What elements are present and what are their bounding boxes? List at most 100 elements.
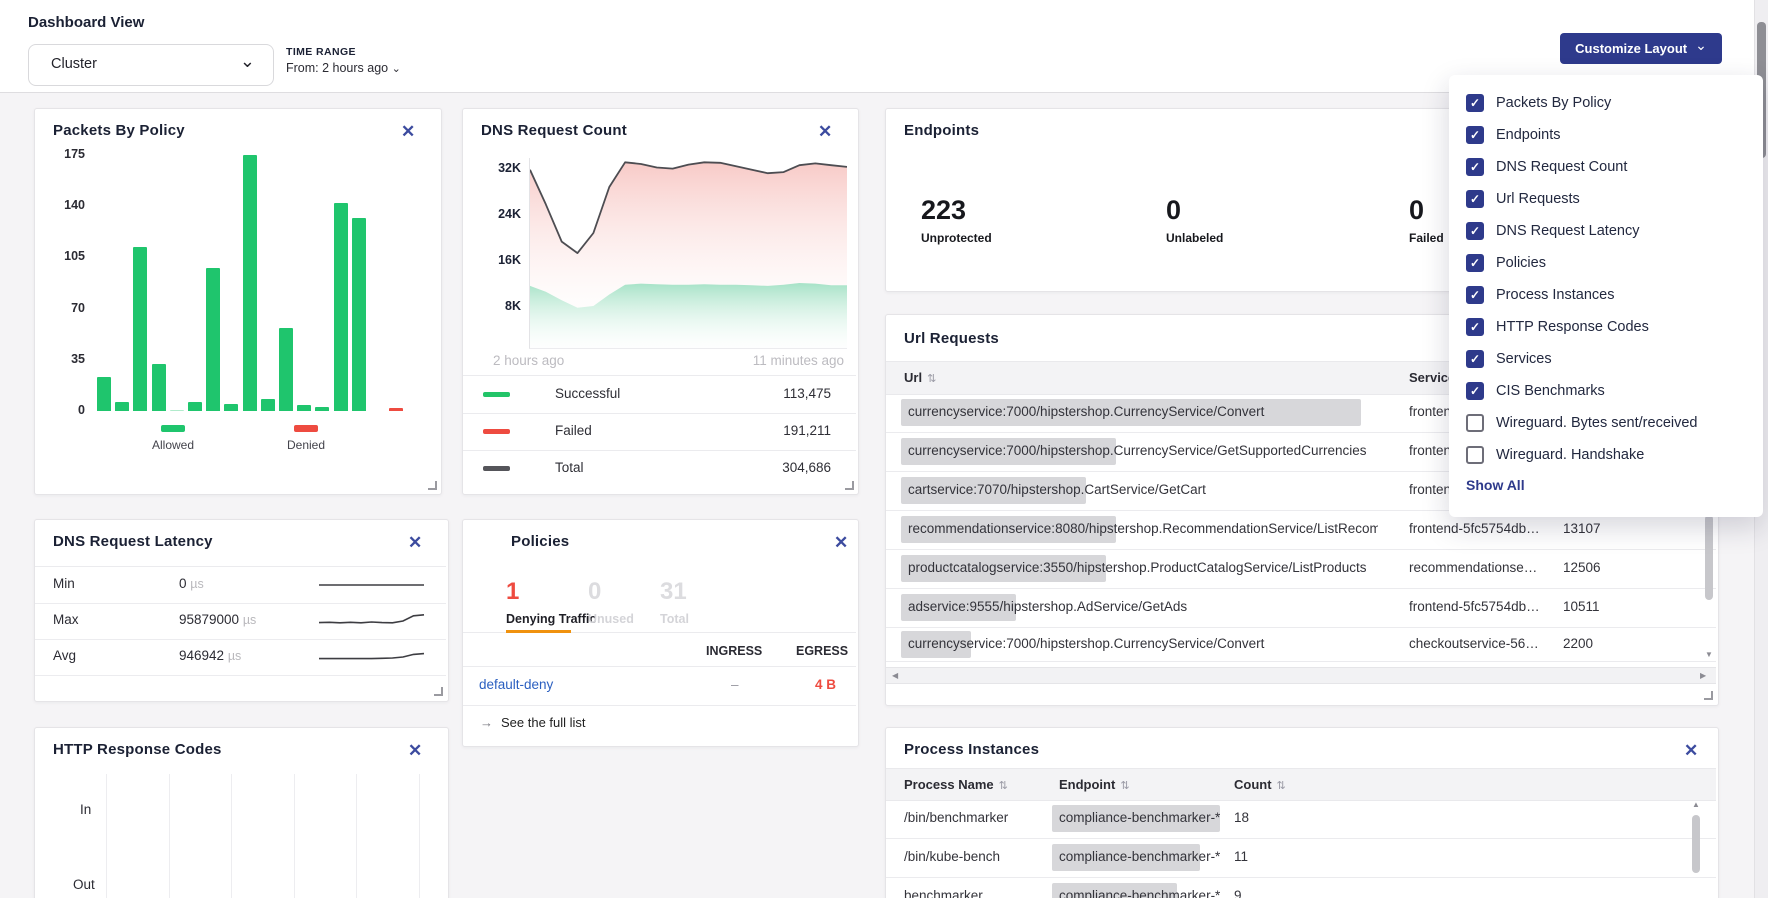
customize-layout-button[interactable]: Customize Layout ⌄ [1560,33,1722,64]
checkbox-unchecked-icon[interactable] [1466,414,1484,432]
arrow-right-icon: → [480,715,493,730]
close-icon[interactable]: ✕ [401,123,415,140]
legend-row-failed: Failed 191,211 [463,413,856,451]
column-process-name[interactable]: Process Name⇅ [904,777,1008,792]
checkbox-checked-icon[interactable]: ✓ [1466,350,1484,368]
column-count[interactable]: Count⇅ [1234,777,1286,792]
checkbox-checked-icon[interactable]: ✓ [1466,382,1484,400]
legend-label: Successful [555,386,620,401]
layout-menu-item[interactable]: ✓Process Instances [1449,279,1763,311]
card-title: Process Instances [904,741,1039,758]
checkbox-checked-icon[interactable]: ✓ [1466,254,1484,272]
table-row[interactable]: /bin/benchmarker compliance-benchmarker-… [886,799,1716,839]
close-icon[interactable]: ✕ [818,123,832,140]
table-row[interactable]: /bin/kube-bench compliance-benchmarker-*… [886,838,1716,878]
layout-menu-item-label: Policies [1496,255,1546,271]
legend-value: 113,475 [783,386,831,401]
time-range-label: TIME RANGE [286,46,401,58]
legend-row-total: Total 304,686 [463,450,856,487]
allowed-bar [152,364,166,411]
checkbox-checked-icon[interactable]: ✓ [1466,94,1484,112]
column-endpoint[interactable]: Endpoint⇅ [1059,777,1130,792]
column-url[interactable]: Url⇅ [904,370,936,385]
endpoint-cell: compliance-benchmarker-* [1059,888,1220,898]
checkbox-checked-icon[interactable]: ✓ [1466,318,1484,336]
stat-unused[interactable]: 0 Unused [588,578,634,626]
url-cell: adservice:9555/hipstershop.AdService/Get… [908,599,1378,614]
resize-handle[interactable] [428,481,437,490]
checkbox-checked-icon[interactable]: ✓ [1466,126,1484,144]
card-http-response-codes: HTTP Response Codes ✕ In Out [34,727,449,898]
denied-bar [389,408,403,411]
layout-menu-item[interactable]: ✓DNS Request Count [1449,151,1763,183]
layout-menu-item[interactable]: Wireguard. Handshake [1449,439,1763,471]
close-icon[interactable]: ✕ [834,534,848,551]
chevron-down-icon: ⌄ [392,63,401,75]
allowed-bar [224,404,238,411]
min-sparkline [319,572,429,598]
layout-menu-item[interactable]: ✓DNS Request Latency [1449,215,1763,247]
stat-denying-traffic[interactable]: 1 Denying Traffic [506,578,596,626]
table-row[interactable]: benchmarker compliance-benchmarker-* 9 [886,877,1716,898]
stat-label: Unprotected [921,231,992,245]
legend-row-successful: Successful 113,475 [463,376,856,414]
latency-value-wrap: 0 µs [179,576,204,591]
layout-menu-item[interactable]: ✓Endpoints [1449,119,1763,151]
caret-right-icon[interactable]: ▶ [1700,672,1706,680]
scrollbar-thumb[interactable] [1705,515,1713,600]
layout-menu-item[interactable]: Wireguard. Bytes sent/received [1449,407,1763,439]
checkbox-checked-icon[interactable]: ✓ [1466,286,1484,304]
time-range-value[interactable]: From: 2 hours ago ⌄ [286,61,401,75]
card-title: Packets By Policy [53,122,185,139]
dns-ytick-16k: 16K [481,253,521,267]
latency-value-wrap: 95879000 µs [179,612,256,627]
card-dns-request-count: DNS Request Count ✕ 32K 24K 16K 8K [462,108,859,495]
table-row[interactable]: productcatalogservice:3550/hipstershop.P… [886,549,1716,589]
legend-label: Total [555,460,584,475]
checkbox-checked-icon[interactable]: ✓ [1466,190,1484,208]
resize-handle[interactable] [434,687,443,696]
stat-total[interactable]: 31 Total [660,578,689,626]
scrollbar-thumb[interactable] [1692,815,1700,873]
horizontal-scrollbar[interactable]: ◀ ▶ [886,667,1716,684]
layout-menu-item[interactable]: ✓Url Requests [1449,183,1763,215]
dns-area-chart [529,158,847,349]
policy-name-link[interactable]: default-deny [479,677,553,692]
checkbox-checked-icon[interactable]: ✓ [1466,222,1484,240]
view-selector[interactable]: Cluster ⌄ [28,44,274,86]
resize-handle[interactable] [1704,691,1713,700]
table-row[interactable]: currencyservice:7000/hipstershop.Currenc… [886,627,1716,662]
legend-label: Failed [555,423,592,438]
card-title: Policies [511,533,569,550]
table-row[interactable]: adservice:9555/hipstershop.AdService/Get… [886,588,1716,628]
caret-up-icon[interactable]: ▲ [1692,801,1700,809]
resize-handle[interactable] [845,481,854,490]
latency-label: Min [53,576,75,591]
layout-menu-item[interactable]: ✓Packets By Policy [1449,87,1763,119]
y-axis-tick: 140 [49,198,85,212]
allowed-bar [115,402,129,411]
latency-label: Max [53,612,79,627]
layout-menu-item-label: HTTP Response Codes [1496,319,1649,335]
caret-down-icon[interactable]: ▼ [1705,651,1713,659]
successful-swatch [483,392,510,397]
checkbox-unchecked-icon[interactable] [1466,446,1484,464]
sort-icon: ⇅ [1120,780,1129,792]
layout-menu-item[interactable]: ✓Services [1449,343,1763,375]
layout-menu-item[interactable]: ✓ Policies [1449,247,1763,279]
close-icon[interactable]: ✕ [408,742,422,759]
failed-swatch [483,429,510,434]
gridline [169,774,170,898]
gridline [356,774,357,898]
layout-menu-item[interactable]: ✓CIS Benchmarks [1449,375,1763,407]
vertical-scrollbar[interactable]: ▲ [1691,801,1701,898]
see-full-list-link[interactable]: →See the full list [480,715,586,730]
service-cell: frontend-5fc5754db… [1409,599,1547,614]
layout-menu-item[interactable]: ✓ HTTP Response Codes [1449,311,1763,343]
latency-label: Avg [53,648,76,663]
close-icon[interactable]: ✕ [408,534,422,551]
caret-left-icon[interactable]: ◀ [892,672,898,680]
show-all-link[interactable]: Show All [1466,477,1525,493]
checkbox-checked-icon[interactable]: ✓ [1466,158,1484,176]
close-icon[interactable]: ✕ [1684,742,1698,759]
